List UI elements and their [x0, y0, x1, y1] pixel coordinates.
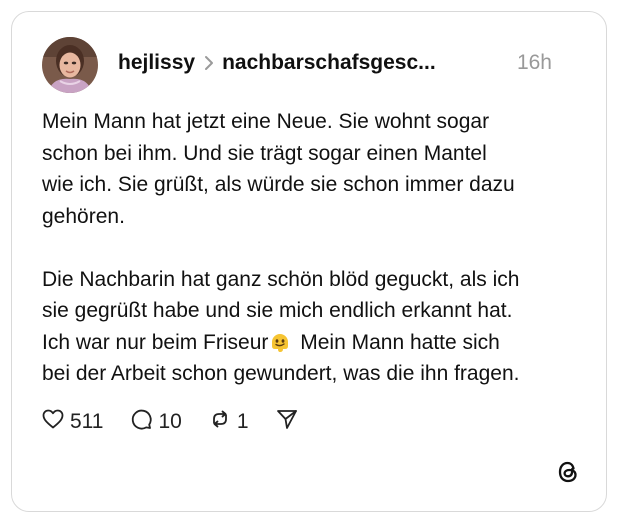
repost-count: 1: [236, 410, 249, 433]
chevron-right-icon: [204, 55, 214, 71]
post-card[interactable]: hejlissy nachbarschafsgesc... 16h Mein M…: [11, 11, 607, 512]
author-name[interactable]: hejlissy: [118, 51, 195, 75]
community-name[interactable]: nachbarschafsgesc...: [222, 51, 436, 75]
send-icon: [275, 407, 299, 437]
repost-button[interactable]: 1: [208, 407, 249, 437]
like-button[interactable]: 511: [41, 407, 103, 437]
reply-count: 10: [158, 410, 182, 433]
post-header: hejlissy nachbarschafsgesc...: [118, 50, 436, 76]
post-actions: 511 10 1: [41, 408, 299, 436]
post-timestamp[interactable]: 16h: [517, 50, 552, 76]
speech-bubble-icon: [129, 407, 153, 437]
melting-face-emoji-icon: [269, 331, 291, 353]
repost-icon: [208, 407, 232, 437]
threads-logo-icon[interactable]: [554, 458, 582, 486]
avatar-image: [42, 37, 98, 93]
post-paragraph-1: Mein Mann hat jetzt eine Neue. Sie wohnt…: [42, 110, 515, 228]
reply-button[interactable]: 10: [129, 407, 182, 437]
like-count: 511: [70, 410, 104, 433]
avatar[interactable]: [42, 37, 98, 93]
share-button[interactable]: [275, 407, 299, 437]
post-paragraph-2: Die Nachbarin hat ganz schön blöd geguck…: [42, 264, 590, 390]
heart-icon: [41, 407, 65, 437]
post-body: Mein Mann hat jetzt eine Neue. Sie wohnt…: [42, 106, 590, 390]
